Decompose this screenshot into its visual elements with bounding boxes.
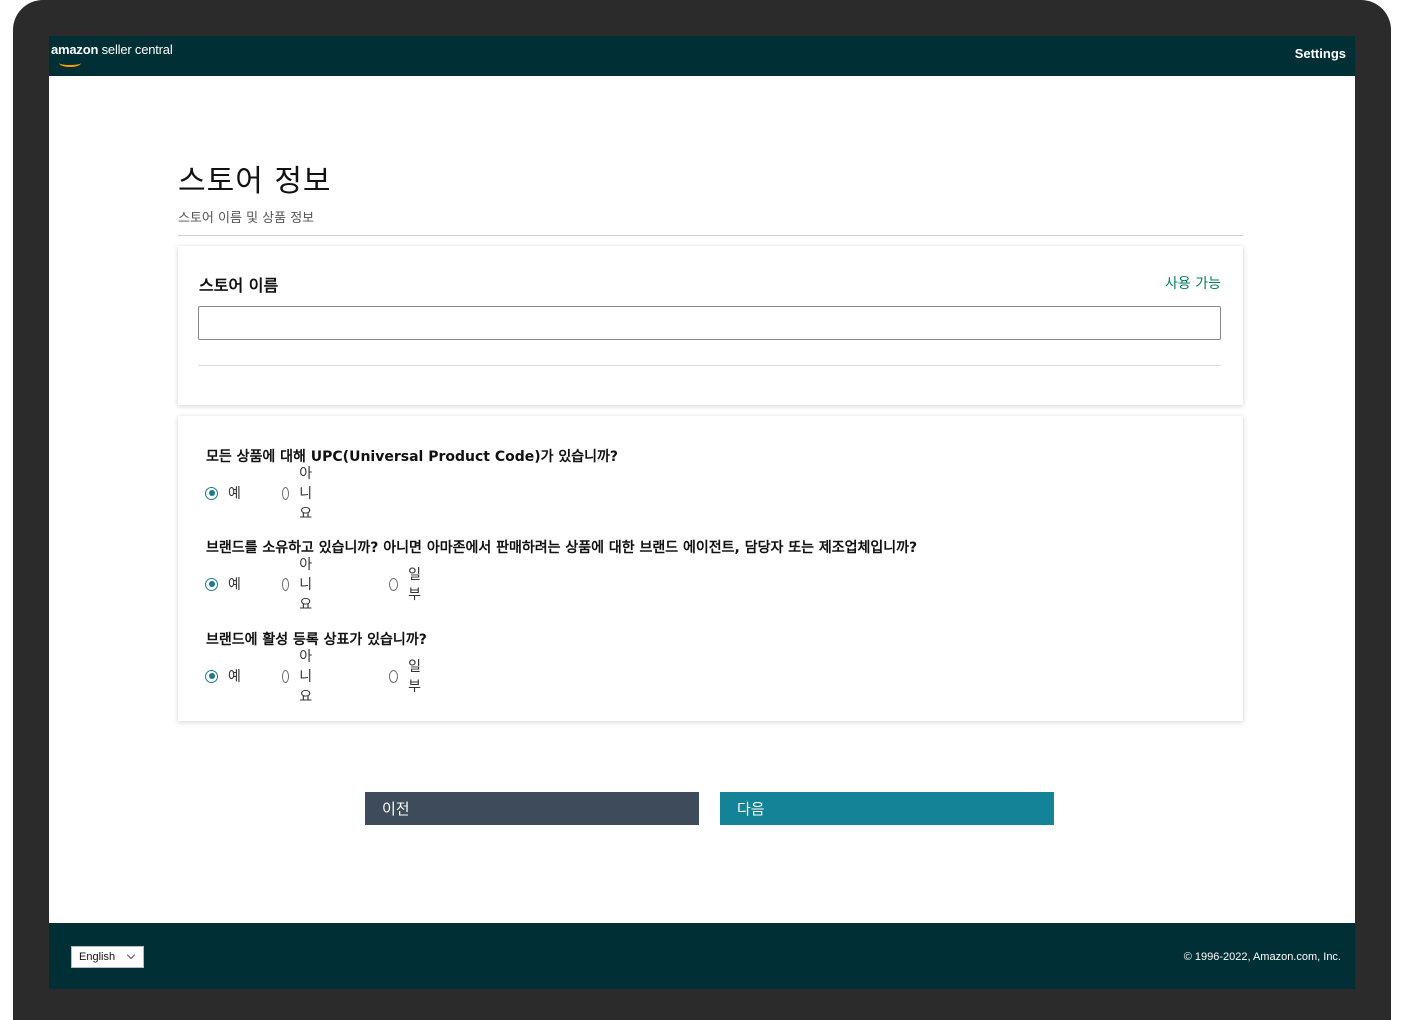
language-value: English xyxy=(79,951,116,963)
radio-button[interactable] xyxy=(205,486,218,500)
title-divider xyxy=(178,235,1243,236)
question-text: 모든 상품에 대해 UPC(Universal Product Code)가 있… xyxy=(206,449,619,465)
previous-button[interactable]: 이전 xyxy=(365,792,699,825)
radio-button[interactable] xyxy=(205,577,218,591)
device-frame: amazon seller central Settings 스토어 정보 스토… xyxy=(13,0,1391,1020)
radio-label: 일부 xyxy=(408,659,422,695)
radio-option[interactable]: 예 xyxy=(205,574,241,594)
chevron-down-icon xyxy=(126,950,136,960)
radio-option[interactable]: 예 xyxy=(205,666,241,686)
page-subtitle: 스토어 이름 및 상품 정보 xyxy=(178,211,315,226)
page-title: 스토어 정보 xyxy=(178,164,332,199)
product-questions-card: 모든 상품에 대해 UPC(Universal Product Code)가 있… xyxy=(178,416,1243,721)
radio-option[interactable]: 예 xyxy=(205,483,241,503)
store-name-label: 스토어 이름 xyxy=(199,276,279,295)
radio-label: 일부 xyxy=(408,567,422,603)
radio-option[interactable]: 아니요 xyxy=(282,466,318,522)
radio-button[interactable] xyxy=(282,577,290,591)
logo-text: seller central xyxy=(98,42,173,57)
copyright: © 1996-2022, Amazon.com, Inc. xyxy=(1183,951,1341,963)
radio-option[interactable]: 일부 xyxy=(389,659,425,695)
radio-option[interactable]: 아니요 xyxy=(282,649,318,705)
radio-button[interactable] xyxy=(282,669,290,683)
amazon-seller-central-logo[interactable]: amazon seller central xyxy=(51,42,173,67)
radio-label: 예 xyxy=(228,486,241,502)
radio-button[interactable] xyxy=(282,486,290,500)
store-name-card: 스토어 이름 사용 가능 xyxy=(178,246,1243,405)
radio-label: 아니요 xyxy=(299,466,313,522)
radio-button[interactable] xyxy=(389,577,399,591)
screen: amazon seller central Settings 스토어 정보 스토… xyxy=(49,36,1355,989)
availability-status: 사용 가능 xyxy=(1165,276,1221,292)
radio-option[interactable]: 일부 xyxy=(389,567,425,603)
radio-label: 아니요 xyxy=(299,649,313,705)
footer: English © 1996-2022, Amazon.com, Inc. xyxy=(49,923,1355,989)
smile-arrow-icon xyxy=(59,59,81,67)
radio-label: 아니요 xyxy=(299,557,313,613)
card-divider xyxy=(198,365,1221,366)
language-select[interactable]: English xyxy=(71,946,144,968)
radio-button[interactable] xyxy=(205,669,218,683)
next-button[interactable]: 다음 xyxy=(720,792,1054,825)
radio-label: 예 xyxy=(228,669,241,685)
radio-button[interactable] xyxy=(389,669,399,683)
radio-label: 예 xyxy=(228,577,241,593)
settings-link[interactable]: Settings xyxy=(1295,46,1346,61)
logo-brand: amazon xyxy=(51,42,99,57)
store-name-input[interactable] xyxy=(198,306,1221,340)
radio-option[interactable]: 아니요 xyxy=(282,557,318,613)
top-bar: amazon seller central Settings xyxy=(49,36,1355,76)
